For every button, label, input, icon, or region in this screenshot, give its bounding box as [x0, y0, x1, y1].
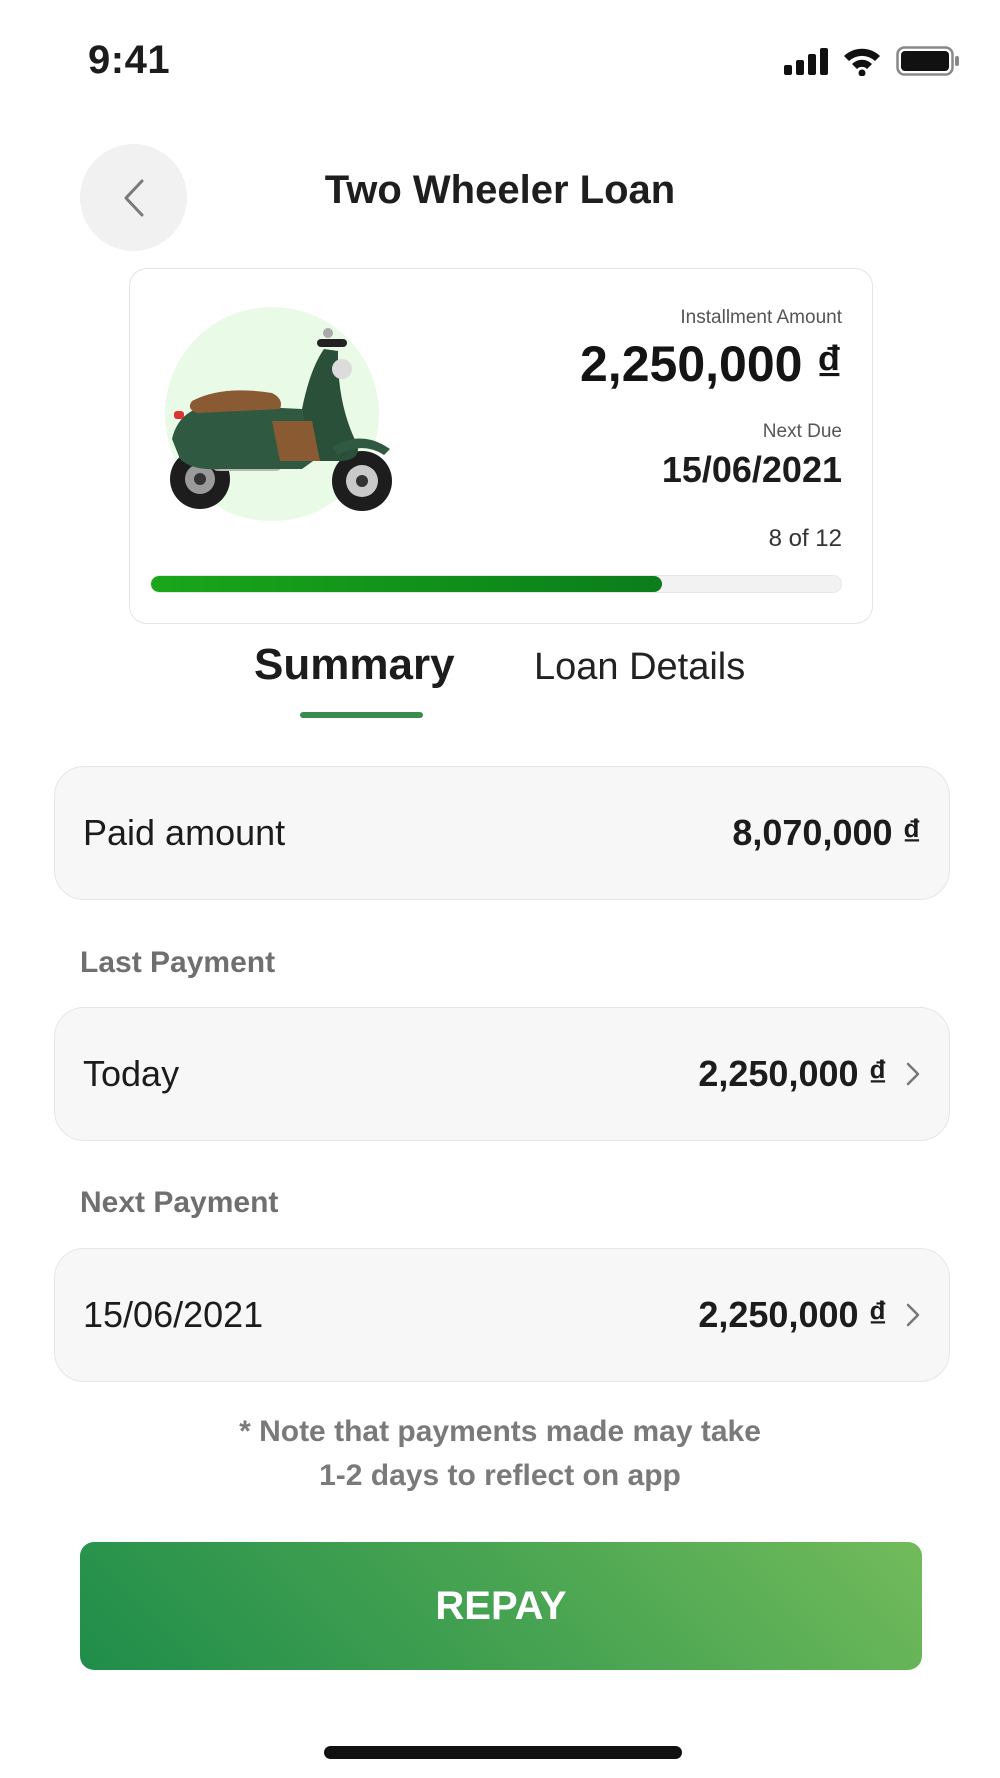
next-payment-heading: Next Payment — [80, 1186, 279, 1219]
installment-amount-value: 2,250,000 ₫ — [580, 336, 842, 392]
loan-summary-card: Installment Amount 2,250,000 ₫ Next Due … — [129, 268, 873, 624]
next-payment-row[interactable]: 15/06/2021 2,250,000 ₫ — [54, 1248, 950, 1382]
last-payment-amount: 2,250,000 ₫ — [698, 1053, 887, 1094]
next-due-label: Next Due — [762, 421, 842, 442]
payment-reflect-note: * Note that payments made may take 1-2 d… — [0, 1410, 1000, 1498]
paid-amount-label: Paid amount — [83, 812, 286, 853]
last-payment-heading: Last Payment — [80, 946, 276, 979]
note-line-2: 1-2 days to reflect on app — [319, 1459, 681, 1492]
installment-progress-fill — [151, 576, 662, 592]
active-tab-indicator — [300, 712, 423, 718]
paid-amount-row: Paid amount 8,070,000 ₫ — [54, 766, 950, 900]
next-due-date: 15/06/2021 — [661, 449, 842, 490]
page-title-text: Two Wheeler Loan — [324, 168, 676, 212]
installment-progress-bar — [150, 575, 842, 593]
page-title: Two Wheeler Loan — [0, 168, 1000, 213]
next-payment-amount: 2,250,000 ₫ — [698, 1294, 887, 1335]
last-payment-row[interactable]: Today 2,250,000 ₫ — [54, 1007, 950, 1141]
status-icons — [784, 44, 960, 78]
note-line-1: * Note that payments made may take — [239, 1415, 761, 1448]
cellular-signal-icon — [784, 47, 828, 75]
scooter-image — [170, 328, 392, 511]
home-indicator — [324, 1746, 682, 1759]
paid-amount-value: 8,070,000 ₫ — [732, 812, 921, 853]
chevron-right-icon — [905, 1061, 921, 1087]
installment-amount-label: Installment Amount — [680, 307, 842, 328]
tab-loan-details[interactable]: Loan Details — [534, 646, 745, 689]
last-payment-date: Today — [83, 1053, 180, 1094]
tab-summary[interactable]: Summary — [254, 640, 455, 690]
next-payment-date: 15/06/2021 — [83, 1294, 264, 1335]
wifi-icon — [842, 46, 882, 76]
installment-progress-count: 8 of 12 — [768, 525, 842, 552]
chevron-right-icon — [905, 1302, 921, 1328]
battery-icon — [896, 46, 960, 76]
repay-button[interactable]: REPAY — [80, 1542, 922, 1670]
status-time: 9:41 — [88, 38, 171, 82]
